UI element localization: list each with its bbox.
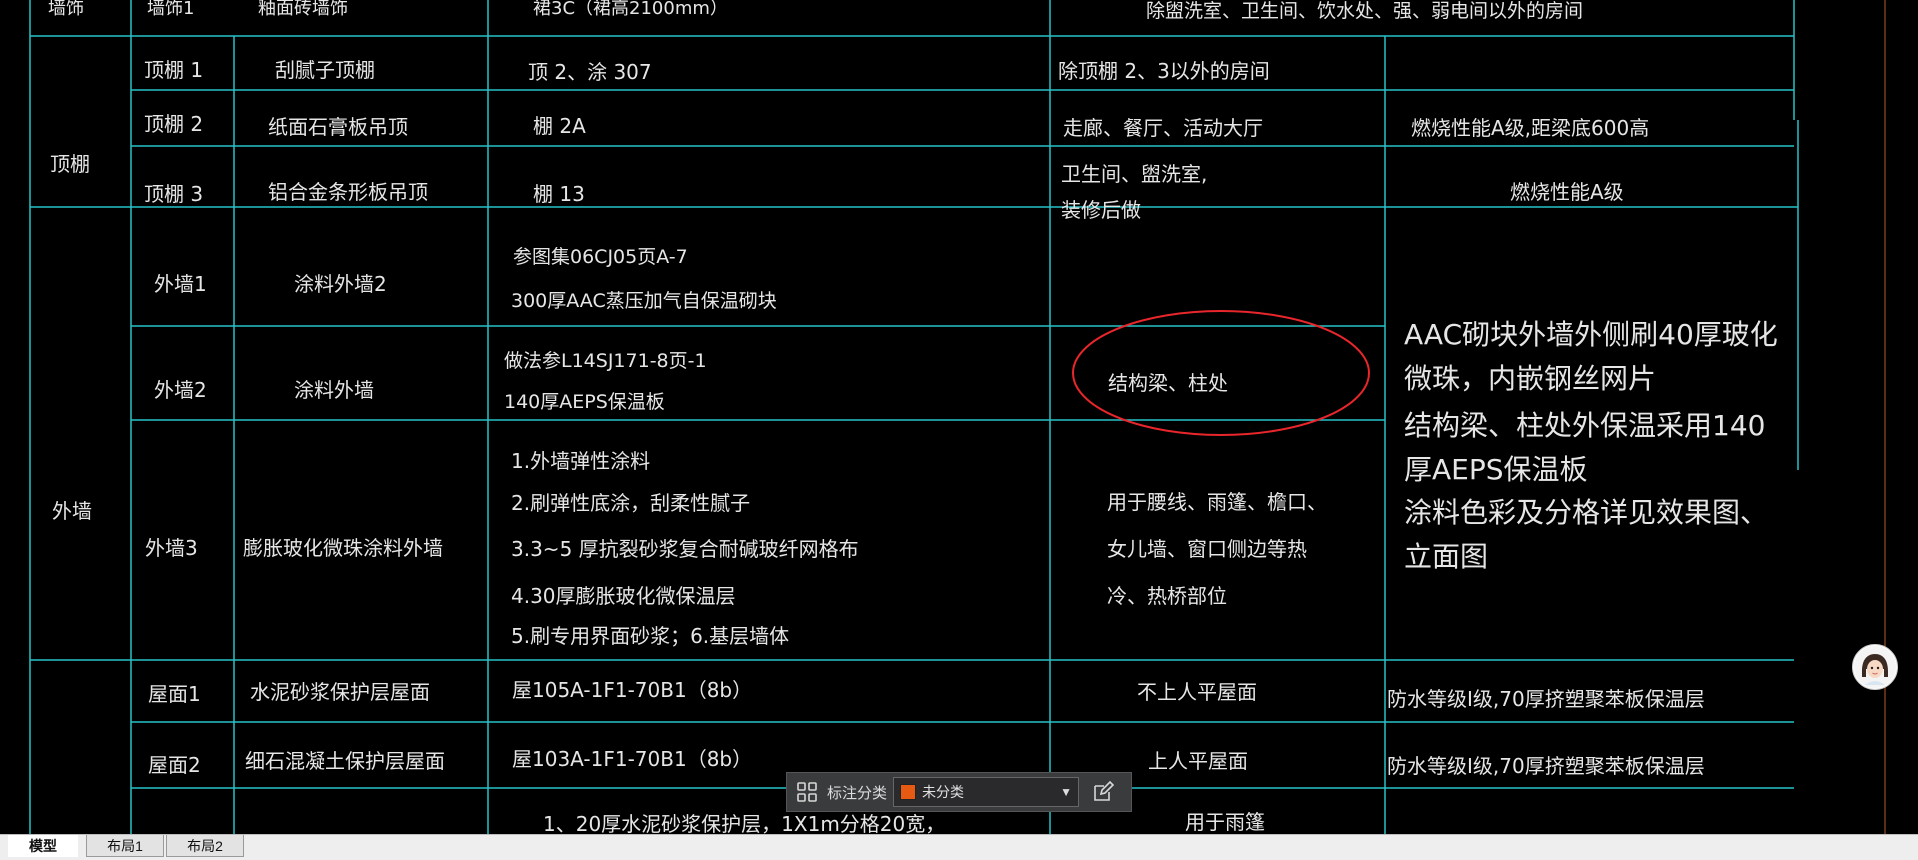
cell-code: 外墙3 — [145, 536, 198, 560]
layout-tab-bar: 模型 布局1 布局2 — [0, 834, 1918, 860]
cell-location: 走廊、餐厅、活动大厅 — [1063, 116, 1263, 140]
cell-code: 顶棚 1 — [144, 58, 204, 82]
cad-drawing-area[interactable]: 墙饰 墙饰1 釉面砖墙饰 裙3C（裙高2100mm） 除盥洗室、卫生间、饮水处、… — [0, 0, 1918, 859]
tab-layout1[interactable]: 布局1 — [86, 835, 164, 857]
cell-location: 不上人平屋面 — [1137, 680, 1257, 704]
wall-note-1: AAC砌块外墙外侧刷40厚玻化微珠，内嵌钢丝网片 — [1404, 318, 1778, 395]
cell-location-line2: 女儿墙、窗口侧边等热 — [1107, 537, 1307, 561]
cell-method-line3: 3.3~5 厚抗裂砂浆复合耐碱玻纤网格布 — [511, 537, 859, 561]
cell-method-line1: 1.外墙弹性涂料 — [511, 449, 651, 473]
cell-method: 裙3C（裙高2100mm） — [533, 0, 728, 19]
tab-layout2[interactable]: 布局2 — [166, 835, 244, 857]
cell-name: 涂料外墙 — [294, 378, 374, 402]
cell-code: 屋面2 — [148, 753, 201, 777]
cell-location: 用于雨篷 — [1185, 810, 1265, 834]
cell-name: 水泥砂浆保护层屋面 — [250, 680, 430, 704]
annotation-toolbar: 标注分类 未分类 ▼ — [786, 772, 1132, 812]
cell-category-wall-decoration: 墙饰 — [48, 0, 84, 19]
annotation-category-select[interactable]: 未分类 ▼ — [893, 777, 1080, 807]
cell-code: 墙饰1 — [147, 0, 195, 19]
cell-name: 釉面砖墙饰 — [258, 0, 348, 19]
cell-code: 顶棚 2 — [144, 112, 204, 136]
edit-icon[interactable] — [1083, 773, 1123, 811]
cell-code: 顶棚 3 — [144, 182, 204, 206]
cell-location-line2: 装修后做 — [1061, 198, 1141, 222]
category-selected-value: 未分类 — [922, 784, 965, 800]
cell-note: 防水等级Ⅰ级,70厚挤塑聚苯板保温层 — [1387, 687, 1705, 711]
cell-method-line2: 140厚AEPS保温板 — [504, 391, 665, 413]
cell-location-line1: 卫生间、盥洗室, — [1061, 162, 1208, 186]
cell-name: 膨胀玻化微珠涂料外墙 — [243, 536, 443, 560]
cell-location: 结构梁、柱处 — [1108, 371, 1228, 395]
category-color-swatch — [900, 784, 917, 800]
cell-note: 燃烧性能A级 — [1510, 180, 1624, 204]
cell-method-line1: 参图集06CJ05页A-7 — [513, 246, 688, 268]
cell-code: 外墙2 — [154, 378, 207, 402]
cell-code: 屋面1 — [148, 682, 201, 706]
cell-location-line1: 用于腰线、雨篷、檐口、 — [1107, 490, 1327, 514]
cell-method-line5: 5.刷专用界面砂浆；6.基层墙体 — [511, 624, 790, 648]
cell-location: 上人平屋面 — [1148, 749, 1248, 773]
chevron-down-icon: ▼ — [1060, 785, 1073, 799]
cell-location: 除顶棚 2、3以外的房间 — [1058, 59, 1270, 83]
cell-method: 棚 13 — [533, 182, 585, 206]
cell-method: 屋105A-1F1-70B1（8b） — [512, 678, 753, 702]
cell-method: 顶 2、涂 307 — [528, 60, 652, 84]
cell-location: 除盥洗室、卫生间、饮水处、强、弱电间以外的房间 — [1146, 0, 1584, 22]
wall-note-2: 结构梁、柱处外保温采用140厚AEPS保温板 — [1404, 409, 1766, 486]
assistant-avatar[interactable] — [1852, 644, 1898, 690]
group-label-exterior-wall: 外墙 — [52, 499, 92, 523]
cell-note: 燃烧性能A级,距梁底600高 — [1411, 116, 1650, 140]
cell-method: 棚 2A — [533, 114, 586, 138]
cell-location-line3: 冷、热桥部位 — [1107, 584, 1227, 608]
cell-method-line2: 2.刷弹性底涂，刮柔性腻子 — [511, 491, 751, 515]
cell-method-line2: 300厚AAC蒸压加气自保温砌块 — [511, 290, 777, 312]
cell-note: 防水等级Ⅰ级,70厚挤塑聚苯板保温层 — [1387, 754, 1705, 778]
group-label-ceiling: 顶棚 — [50, 152, 90, 176]
grid-icon[interactable] — [787, 773, 827, 811]
cell-name: 铝合金条形板吊顶 — [268, 180, 428, 204]
cell-method: 1、20厚水泥砂浆保护层，1X1m分格20宽， — [543, 812, 946, 836]
cell-name: 涂料外墙2 — [294, 272, 387, 296]
cell-method: 屋103A-1F1-70B1（8b） — [512, 747, 753, 771]
cell-method-line4: 4.30厚膨胀玻化微保温层 — [511, 584, 736, 608]
cell-method-line1: 做法参L14SJ171-8页-1 — [504, 350, 707, 372]
cell-name: 刮腻子顶棚 — [275, 58, 375, 82]
cell-code: 外墙1 — [154, 272, 207, 296]
cell-name: 细石混凝土保护层屋面 — [245, 749, 445, 773]
wall-note-3: 涂料色彩及分格详见效果图、立面图 — [1404, 496, 1769, 573]
annotation-category-label: 标注分类 — [827, 784, 888, 802]
cell-name: 纸面石膏板吊顶 — [268, 115, 408, 139]
tab-model[interactable]: 模型 — [8, 835, 78, 857]
